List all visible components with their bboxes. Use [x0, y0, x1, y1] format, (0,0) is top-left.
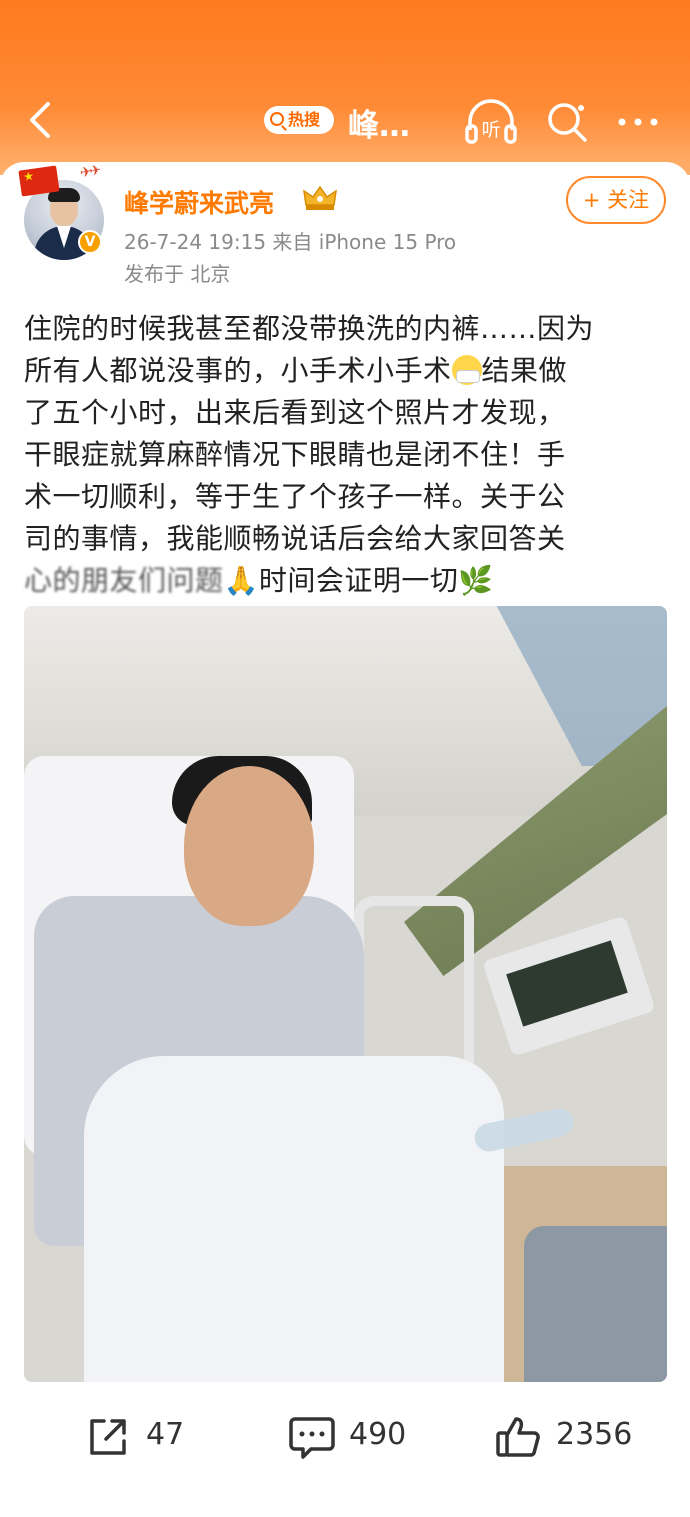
hot-search-label: 热搜 — [288, 110, 321, 129]
crown-badge-icon — [303, 185, 337, 210]
more-button[interactable] — [614, 102, 662, 142]
navigation-bar: 热搜 峰… 听 — [0, 78, 690, 162]
avatar[interactable]: ✈✈ V — [18, 162, 104, 260]
hot-search-badge[interactable]: 热搜 — [264, 106, 334, 134]
post-text-segment: 时间会证明一切 — [258, 564, 459, 597]
listen-label: 听 — [481, 119, 500, 141]
post-text-line: 了五个小时，出来后看到这个照片才发现， — [24, 396, 566, 429]
comment-button[interactable]: 490 — [287, 1413, 427, 1461]
search-icon — [548, 103, 587, 142]
back-button[interactable] — [22, 98, 62, 142]
comment-icon — [289, 1417, 335, 1459]
repost-count: 47 — [146, 1417, 185, 1452]
more-dots-icon — [618, 118, 658, 126]
post-text-line: 司的事情，我能顺畅说话后会给大家回答关 — [24, 522, 566, 555]
post-text-line: 住院的时候我甚至都没带换洗的内裤……因为 — [24, 312, 595, 345]
post-text-segment: 所有人都说没事的，小手术小手术 — [24, 354, 452, 387]
like-count: 2356 — [556, 1417, 633, 1452]
post-meta: 26-7-24 19:15 来自 iPhone 15 Pro — [124, 230, 457, 254]
post-text: 住院的时候我甚至都没带换洗的内裤……因为 所有人都说没事的，小手术小手术 结果做 … — [24, 308, 668, 602]
comment-count: 490 — [349, 1417, 407, 1452]
post-location: 发布于 北京 — [124, 262, 231, 286]
post-photo[interactable] — [24, 606, 667, 1382]
leaf-emoji-icon: 🌿 — [458, 564, 494, 597]
birds-decoration-icon: ✈✈ — [78, 162, 101, 182]
repost-button[interactable]: 47 — [84, 1413, 204, 1461]
mask-face-emoji-icon — [451, 355, 482, 385]
share-icon — [90, 1419, 126, 1455]
praying-hands-emoji-icon: 🙏 — [223, 564, 259, 597]
back-arrow-icon — [30, 102, 50, 138]
verified-badge-icon: V — [78, 230, 102, 254]
china-flag-icon — [18, 165, 60, 197]
search-button[interactable] — [545, 100, 589, 144]
headphones-icon: 听 — [465, 99, 517, 144]
listen-button[interactable]: 听 — [464, 98, 518, 146]
search-mini-icon — [270, 112, 284, 126]
post-text-segment: 心的朋友们问题 — [24, 564, 224, 597]
thumbs-up-icon — [496, 1417, 540, 1457]
post-text-segment: 结果做 — [481, 354, 568, 387]
post-text-line: 心的朋友们问题🙏时间会证明一切🌿 — [24, 560, 668, 602]
follow-button[interactable]: + 关注 — [566, 176, 666, 224]
post-text-line: 干眼症就算麻醉情况下眼睛也是闭不住！手 — [24, 438, 566, 471]
nav-title[interactable]: 峰… — [348, 100, 410, 145]
like-button[interactable]: 2356 — [494, 1413, 644, 1461]
post-text-line: 所有人都说没事的，小手术小手术 结果做 — [24, 350, 668, 392]
username[interactable]: 峰学蔚来武亮 — [124, 184, 274, 220]
post-text-line: 术一切顺利，等于生了个孩子一样。关于公 — [24, 480, 566, 513]
